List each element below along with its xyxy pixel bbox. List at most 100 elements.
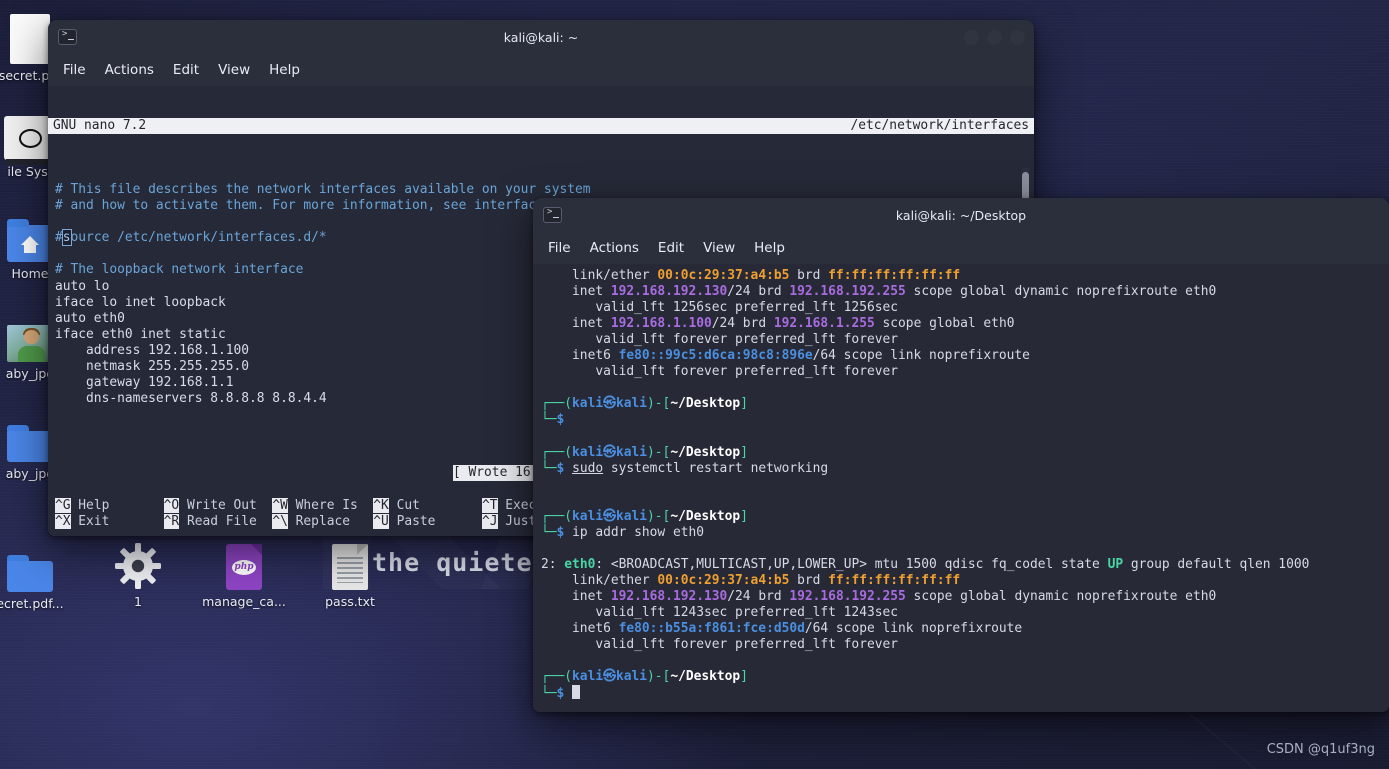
maximize-button[interactable] xyxy=(987,29,1002,45)
desktop: KALI the quieter you become, the more yo… xyxy=(0,0,1389,769)
wallpaper-tagline-line1: the quieter xyxy=(372,548,549,577)
ipv4-static-broadcast: 192.168.1.255 xyxy=(773,316,875,332)
prompt-path: ~/Desktop xyxy=(670,396,741,412)
shortcut-label[interactable]: Help xyxy=(78,498,109,513)
nano-line: iface eth0 inet static xyxy=(55,326,226,342)
nano-line: # The loopback network interface xyxy=(55,262,304,278)
terminal-app-icon xyxy=(543,207,562,223)
terminal-output-area[interactable]: link/ether 00:0c:29:37:a4:b5 brd ff:ff:f… xyxy=(533,264,1389,712)
shell-prompt-line[interactable]: └─$ xyxy=(541,412,572,427)
terminal-blank xyxy=(541,380,549,395)
terminal-line: inet 192.168.192.130/24 brd 192.168.192.… xyxy=(541,284,1217,300)
prompt-host: kali xyxy=(615,669,648,685)
desktop-icon-pass-txt[interactable]: pass.txt xyxy=(304,538,396,609)
nano-line: iface lo inet loopback xyxy=(55,294,226,310)
terminal-menubar[interactable]: File Actions Edit View Help xyxy=(533,232,1389,264)
nano-line-with-cursor: #source /etc/network/interfaces.d/* xyxy=(55,229,327,247)
ipv4-dhcp-broadcast: 192.168.192.255 xyxy=(789,588,906,604)
nano-window-controls[interactable] xyxy=(964,29,1025,45)
terminal-line: inet6 fe80::b55a:f861:fce:d50d/64 scope … xyxy=(541,621,1023,637)
shortcut-label[interactable]: Write Out xyxy=(187,498,257,513)
terminal-line: 2: eth0: <BROADCAST,MULTICAST,UP,LOWER_U… xyxy=(541,556,1310,572)
terminal-line: link/ether 00:0c:29:37:a4:b5 brd ff:ff:f… xyxy=(541,572,961,588)
ipv4-static: 192.168.1.100 xyxy=(610,316,712,332)
shell-command-line[interactable]: └─$ sudo systemctl restart networking xyxy=(541,461,828,476)
broadcast-mac: ff:ff:ff:ff:ff:ff xyxy=(828,268,961,283)
nano-header-bar: GNU nano 7.2 /etc/network/interfaces xyxy=(48,118,1034,135)
desktop-icon-1[interactable]: 1 xyxy=(92,538,184,609)
menu-actions[interactable]: Actions xyxy=(581,237,648,259)
nano-line-blank xyxy=(55,214,63,229)
nano-window-title: kali@kali: ~ xyxy=(503,29,579,45)
shortcut-label[interactable]: Where Is xyxy=(296,498,358,513)
prompt-path: ~/Desktop xyxy=(670,508,741,524)
menu-view[interactable]: View xyxy=(694,237,744,259)
shortcut-label[interactable]: Replace xyxy=(296,514,350,529)
csdn-watermark: CSDN @q1uf3ng xyxy=(1266,742,1375,757)
prompt-user: kali xyxy=(572,508,604,524)
terminal-line: valid_lft 1243sec preferred_lft 1243sec xyxy=(541,604,898,620)
nano-menubar[interactable]: File Actions Edit View Help xyxy=(48,54,1034,86)
shortcut-key[interactable]: ^X xyxy=(55,513,71,529)
php-file-icon: php xyxy=(198,538,290,590)
terminal-line: valid_lft forever preferred_lft forever xyxy=(541,637,898,653)
gear-icon xyxy=(92,538,184,590)
desktop-icon-manage-ca[interactable]: php manage_ca... xyxy=(198,538,290,609)
minimize-button[interactable] xyxy=(964,29,979,45)
nano-line: auto eth0 xyxy=(55,310,125,326)
shortcut-key[interactable]: ^J xyxy=(481,513,498,529)
broadcast-mac: ff:ff:ff:ff:ff:ff xyxy=(828,572,961,588)
shell-command-line[interactable]: └─$ ip addr show eth0 xyxy=(541,525,704,540)
shortcut-key[interactable]: ^\ xyxy=(272,513,288,529)
close-button[interactable] xyxy=(1010,29,1025,45)
shortcut-key[interactable]: ^R xyxy=(163,513,180,529)
terminal-blank xyxy=(541,653,549,668)
command-text-1: systemctl restart networking xyxy=(610,460,829,476)
terminal-line: inet 192.168.1.100/24 brd 192.168.1.255 … xyxy=(541,316,1015,332)
nano-version: GNU nano 7.2 xyxy=(53,118,147,134)
nano-line: # and how to activate them. For more inf… xyxy=(55,198,583,214)
ipv4-dhcp: 192.168.192.130 xyxy=(610,284,728,300)
shortcut-key[interactable]: ^U xyxy=(373,513,389,529)
shortcut-key[interactable]: ^K xyxy=(373,497,389,513)
shortcut-key[interactable]: ^T xyxy=(481,497,498,513)
desktop-icon-label: 1 xyxy=(134,594,142,609)
menu-edit[interactable]: Edit xyxy=(164,59,208,81)
shortcut-label[interactable]: Exit xyxy=(78,514,109,529)
shortcut-label[interactable]: Read File xyxy=(187,514,257,529)
terminal-app-icon xyxy=(58,29,77,45)
menu-file[interactable]: File xyxy=(54,59,95,81)
terminal-window[interactable]: kali@kali: ~/Desktop File Actions Edit V… xyxy=(533,198,1389,712)
desktop-icon-label: manage_ca... xyxy=(202,594,286,609)
desktop-icon-label: pass.txt xyxy=(325,594,375,609)
shortcut-key[interactable]: ^W xyxy=(272,497,288,513)
terminal-line: inet6 fe80::99c5:d6ca:98c8:896e/64 scope… xyxy=(541,348,1030,364)
command-text-2: ip addr show eth0 xyxy=(572,524,704,540)
terminal-line: inet 192.168.192.130/24 brd 192.168.192.… xyxy=(541,588,1217,604)
desktop-icon-secret-pdf[interactable]: ecret.pdf... xyxy=(0,540,76,611)
ipv4-dhcp: 192.168.192.130 xyxy=(610,588,728,604)
nano-filepath: /etc/network/interfaces xyxy=(850,118,1030,134)
nano-window-titlebar[interactable]: kali@kali: ~ xyxy=(48,20,1034,54)
menu-help[interactable]: Help xyxy=(745,237,794,259)
menu-view[interactable]: View xyxy=(209,59,259,81)
shortcut-key[interactable]: ^G xyxy=(55,497,71,513)
terminal-window-titlebar[interactable]: kali@kali: ~/Desktop xyxy=(533,198,1389,232)
shortcut-key[interactable]: ^O xyxy=(163,497,180,513)
link-state: UP xyxy=(1107,556,1124,572)
shortcut-label[interactable]: Cut xyxy=(397,498,420,513)
terminal-window-title: kali@kali: ~/Desktop xyxy=(895,207,1027,223)
text-document-icon xyxy=(304,538,396,590)
shell-prompt: ┌──(kali㉿kali)-[~/Desktop] xyxy=(541,396,748,412)
ipv4-dhcp-broadcast: 192.168.192.255 xyxy=(789,284,906,300)
text-cursor: s xyxy=(61,229,72,247)
nano-line-blank xyxy=(55,246,63,261)
menu-file[interactable]: File xyxy=(539,237,580,259)
shell-prompt: ┌──(kali㉿kali)-[~/Desktop] xyxy=(541,669,748,685)
menu-edit[interactable]: Edit xyxy=(649,237,693,259)
menu-help[interactable]: Help xyxy=(260,59,309,81)
menu-actions[interactable]: Actions xyxy=(96,59,163,81)
prompt-user: kali xyxy=(572,396,604,412)
shortcut-label[interactable]: Paste xyxy=(397,514,436,529)
shell-active-prompt[interactable]: └─$ xyxy=(541,685,580,701)
